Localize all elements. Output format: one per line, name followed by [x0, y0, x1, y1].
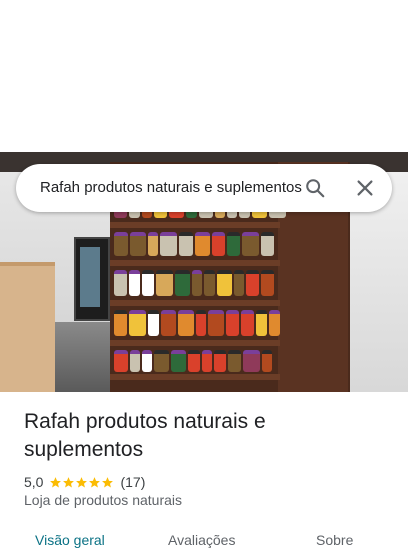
product-jar [148, 232, 158, 256]
product-jar [179, 232, 193, 256]
close-icon[interactable] [354, 177, 376, 199]
product-jar [188, 350, 200, 372]
product-jar [243, 350, 260, 372]
product-jar [156, 270, 173, 296]
tab-overview[interactable]: Visão geral [35, 532, 105, 548]
product-jar [226, 310, 239, 336]
product-jar [204, 270, 215, 296]
product-jar [192, 270, 202, 296]
product-jar [212, 232, 225, 256]
product-jar [269, 310, 280, 336]
rating-row[interactable]: 5,0 (17) [24, 472, 145, 492]
star-icon [76, 476, 88, 487]
place-category[interactable]: Loja de produtos naturais [24, 492, 182, 508]
product-jar [148, 310, 159, 336]
product-jar [227, 232, 240, 256]
product-jar [241, 310, 254, 336]
star-icon [102, 476, 114, 487]
rating-value: 5,0 [24, 474, 44, 490]
search-icon[interactable] [304, 177, 326, 199]
product-jar [114, 310, 127, 336]
product-jar [261, 232, 274, 256]
product-jar [178, 310, 194, 336]
product-jar [242, 232, 259, 256]
product-jar [262, 350, 272, 372]
search-input[interactable]: Rafah produtos naturais e suplementos [40, 179, 302, 199]
product-jar [202, 350, 212, 372]
product-jar [114, 350, 128, 372]
tab-bar: Visão geral Avaliações Sobre [0, 530, 408, 560]
product-jar [142, 270, 154, 296]
product-jar [261, 270, 274, 296]
product-jar [114, 270, 127, 296]
photo-fridge-glass [80, 247, 100, 307]
product-jar [130, 232, 146, 256]
tab-about[interactable]: Sobre [316, 532, 353, 548]
shelf-board [110, 222, 280, 228]
shelf-board [110, 374, 280, 380]
product-jar [175, 270, 190, 296]
product-jar [114, 232, 128, 256]
product-jar [129, 270, 140, 296]
shelf-board [110, 260, 280, 266]
star-icon [63, 476, 75, 487]
search-bar[interactable]: Rafah produtos naturais e suplementos [16, 164, 392, 212]
product-jar [256, 310, 267, 336]
shelf-board [110, 340, 280, 346]
product-jar [171, 350, 186, 372]
product-jar [196, 310, 206, 336]
top-blank-area [0, 0, 408, 152]
product-jar [195, 232, 210, 256]
star-icon [50, 476, 62, 487]
product-jar [130, 350, 140, 372]
shelf-board [110, 300, 280, 306]
tab-reviews[interactable]: Avaliações [168, 532, 235, 548]
product-jar [234, 270, 244, 296]
product-jar [142, 350, 152, 372]
product-jar [228, 350, 241, 372]
product-jar [246, 270, 259, 296]
place-title: Rafah produtos naturais e suplementos [24, 410, 266, 461]
star-icon [89, 476, 101, 487]
product-jar [160, 232, 177, 256]
review-count[interactable]: (17) [120, 474, 145, 490]
photo-counter [0, 262, 55, 392]
product-jar [154, 350, 169, 372]
product-jar [208, 310, 224, 336]
product-jar [129, 310, 146, 336]
product-jar [161, 310, 176, 336]
product-jar [217, 270, 232, 296]
rating-stars [49, 476, 114, 489]
product-jar [214, 350, 226, 372]
